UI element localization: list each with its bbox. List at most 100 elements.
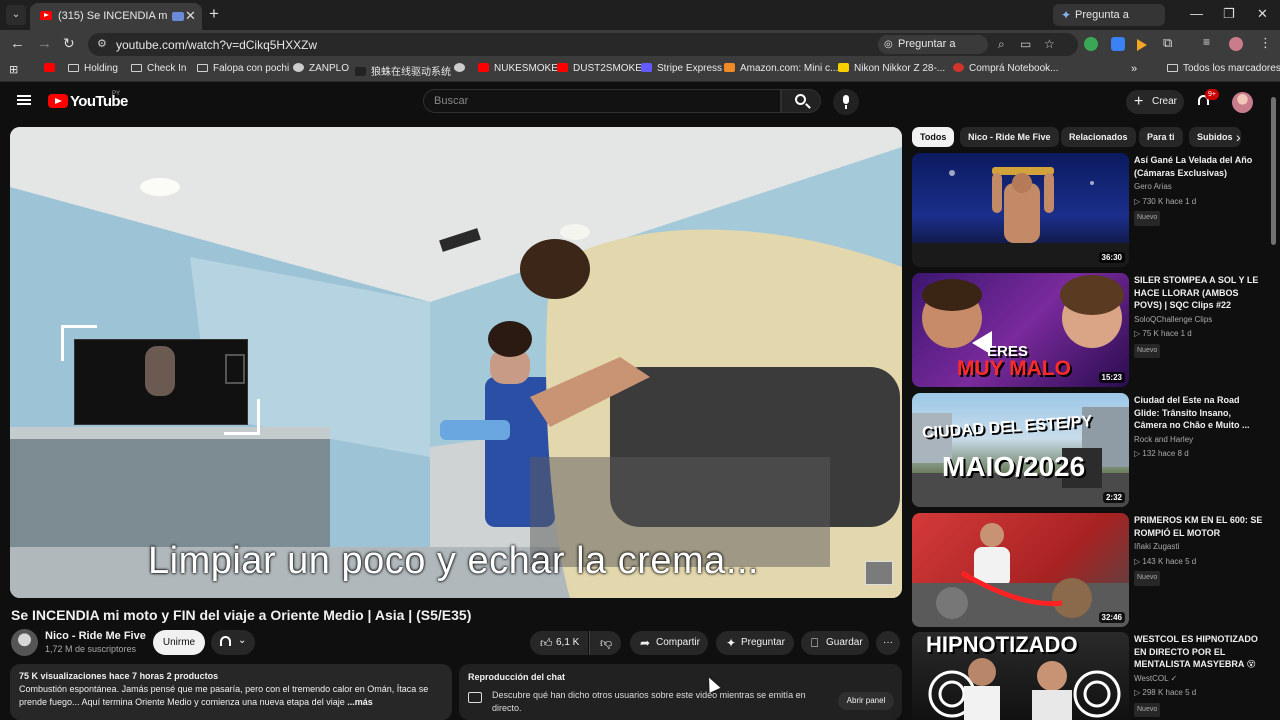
- chip-all[interactable]: Todos: [912, 127, 955, 147]
- open-panel-button[interactable]: Abrir panel: [838, 692, 894, 710]
- bookmark-star-icon[interactable]: ☆: [1044, 37, 1055, 51]
- recommendation-item[interactable]: 36:30 Así Gané La Velada del Año (Cámara…: [912, 153, 1268, 270]
- recommendation-item[interactable]: ERES MUY MALO 15:23 SILER STOMPEA A SOL …: [912, 273, 1268, 390]
- show-more-link[interactable]: ...más: [347, 697, 373, 707]
- search-input[interactable]: [424, 90, 780, 112]
- save-button[interactable]: ⎕ Guardar: [801, 631, 869, 655]
- bookmark-stripe[interactable]: Stripe Express: [641, 63, 722, 74]
- bookmark-globe[interactable]: [454, 63, 470, 74]
- address-bar[interactable]: ⚙ youtube.com/watch?v=dCikq5HXXZw ◎ Preg…: [88, 33, 1078, 69]
- video-thumbnail[interactable]: ERES MUY MALO 15:23: [912, 273, 1129, 387]
- minimize-window-icon[interactable]: —: [1190, 6, 1203, 21]
- close-tab-icon[interactable]: ✕: [185, 8, 196, 24]
- bookmark-falopa[interactable]: Falopa con pochi: [197, 63, 289, 74]
- more-bookmarks-icon[interactable]: »: [1131, 63, 1137, 75]
- extension-play-icon[interactable]: [1137, 39, 1147, 51]
- bookmark-dust2smoke[interactable]: DUST2SMOKE: [557, 63, 642, 74]
- page-scrollbar[interactable]: [1271, 97, 1276, 245]
- forward-arrow-icon[interactable]: →: [37, 35, 52, 52]
- recommendation-channel[interactable]: WestCOL ✓: [1134, 673, 1264, 686]
- menu-hamburger-icon[interactable]: [17, 95, 31, 97]
- youtube-icon: [44, 63, 55, 72]
- recommendation-channel[interactable]: Iñaki Zugasti: [1134, 541, 1264, 554]
- apps-grid-icon[interactable]: ⊞: [9, 63, 18, 76]
- recommendation-item[interactable]: HIPNOTIZADO WESTCOL ES HIPNOTIZADO EN DI…: [912, 632, 1268, 720]
- bookmark-notebook[interactable]: Comprá Notebook...: [953, 63, 1059, 74]
- video-thumbnail[interactable]: 32:46: [912, 513, 1129, 627]
- back-arrow-icon[interactable]: ←: [10, 35, 25, 52]
- account-avatar[interactable]: [1232, 92, 1253, 113]
- like-button[interactable]: 👍︎ 6,1 K: [530, 631, 588, 655]
- bookmark-zanplo[interactable]: ZANPLO: [293, 63, 349, 74]
- channel-avatar[interactable]: [11, 629, 38, 656]
- store-icon: [953, 63, 964, 72]
- recommendation-channel[interactable]: Rock and Harley: [1134, 434, 1264, 447]
- recommendation-title[interactable]: WESTCOL ES HIPNOTIZADO EN DIRECTO POR EL…: [1134, 633, 1264, 671]
- chevron-down-icon: ⌄: [238, 635, 247, 646]
- profile-avatar[interactable]: [1229, 37, 1243, 51]
- zoom-icon[interactable]: ⌕: [998, 37, 1005, 52]
- bookmark-amazon[interactable]: Amazon.com: Mini c...: [724, 63, 838, 74]
- new-badge: Nuevo: [1134, 702, 1161, 717]
- subscription-notifications-button[interactable]: ⌄: [211, 630, 255, 655]
- chip-channel[interactable]: Nico - Ride Me Five: [960, 127, 1059, 147]
- browser-menu-icon[interactable]: ⋮: [1259, 35, 1272, 51]
- recommendation-channel[interactable]: Gero Arias: [1134, 181, 1264, 194]
- media-control-icon[interactable]: ≡: [1203, 35, 1210, 49]
- share-button[interactable]: ➦ Compartir: [630, 631, 708, 655]
- chip-uploads[interactable]: Subidos: [1189, 127, 1241, 147]
- extension-shield-icon[interactable]: [1084, 37, 1098, 51]
- notifications-bell-icon[interactable]: 9+: [1196, 89, 1219, 107]
- description-text: Combustión espontánea. Jamás pensé que m…: [19, 683, 443, 709]
- ask-google-button[interactable]: ◎ Preguntar a Google: [878, 35, 988, 69]
- more-actions-button[interactable]: ···: [876, 631, 900, 655]
- extension-blue-icon[interactable]: [1111, 37, 1125, 51]
- recommendation-item[interactable]: 32:46 PRIMEROS KM EN EL 600: SE ROMPIÓ E…: [912, 513, 1268, 630]
- new-tab-button[interactable]: +: [209, 4, 219, 24]
- ask-gemini-button[interactable]: ✦ Pregunta a Gemini: [1053, 4, 1165, 43]
- site-info-icon[interactable]: ⚙: [97, 37, 107, 50]
- bookmark-driver[interactable]: 狼蛛在线驱动系统: [355, 63, 451, 78]
- maximize-window-icon[interactable]: ❐: [1223, 6, 1235, 22]
- search-button[interactable]: [781, 89, 821, 113]
- chip-for-you[interactable]: Para ti: [1139, 127, 1183, 147]
- join-button[interactable]: Unirme: [153, 630, 205, 655]
- bookmark-nikon[interactable]: Nikon Nikkor Z 28-...: [838, 63, 945, 74]
- bookmark-check-in[interactable]: Check In: [131, 63, 186, 74]
- close-window-icon[interactable]: ✕: [1257, 6, 1268, 22]
- reload-icon[interactable]: ↻: [63, 35, 75, 52]
- channel-watermark[interactable]: [865, 561, 893, 585]
- recommendation-title[interactable]: Ciudad del Este na Road Glide: Trânsito …: [1134, 394, 1264, 432]
- dislike-button[interactable]: 👎︎: [589, 631, 621, 655]
- extensions-puzzle-icon[interactable]: ⧉: [1163, 35, 1172, 51]
- tab-search-button[interactable]: ⌄: [6, 5, 26, 25]
- ask-button[interactable]: ✦ Preguntar: [716, 631, 794, 655]
- video-thumbnail[interactable]: 36:30: [912, 153, 1129, 267]
- create-button[interactable]: + Crear: [1126, 90, 1184, 114]
- video-thumbnail[interactable]: CIUDAD DEL ESTE/PY MAIO/2026 2:32: [912, 393, 1129, 507]
- save-label: Guardar: [826, 637, 863, 648]
- recommendation-item[interactable]: CIUDAD DEL ESTE/PY MAIO/2026 2:32 Ciudad…: [912, 393, 1268, 510]
- voice-search-mic-icon[interactable]: [833, 89, 859, 115]
- video-duration: 2:32: [1102, 492, 1125, 503]
- thumbnail-image: [912, 407, 1129, 507]
- browser-tab[interactable]: (315) Se INCENDIA mi moto ✕: [30, 3, 202, 30]
- recommendation-title[interactable]: PRIMEROS KM EN EL 600: SE ROMPIÓ EL MOTO…: [1134, 514, 1264, 539]
- youtube-logo-icon[interactable]: [48, 94, 68, 108]
- bookmark-youtube[interactable]: [44, 63, 60, 74]
- channel-name[interactable]: Nico - Ride Me Five: [45, 630, 146, 642]
- chip-related[interactable]: Relacionados: [1061, 127, 1136, 147]
- youtube-favicon-icon: [40, 11, 52, 20]
- bookmarks-bar: ⊞ Holding Check In Falopa con pochi ZANP…: [0, 58, 1280, 82]
- recommendation-channel[interactable]: SoloQChallenge Clips: [1134, 314, 1264, 327]
- bookmark-holding[interactable]: Holding: [68, 63, 118, 74]
- video-player[interactable]: [10, 127, 902, 598]
- recommendation-title[interactable]: SILER STOMPEA A SOL Y LE HACE LLORAR (AM…: [1134, 274, 1264, 312]
- bookmark-nukesmoke[interactable]: NUKESMOKE: [478, 63, 558, 74]
- chips-next-chevron-icon[interactable]: ›: [1236, 129, 1241, 145]
- all-bookmarks-button[interactable]: Todos los marcadores: [1167, 63, 1280, 74]
- video-thumbnail[interactable]: HIPNOTIZADO: [912, 632, 1129, 720]
- recommendation-title[interactable]: Así Gané La Velada del Año (Cámaras Excl…: [1134, 154, 1264, 179]
- cast-icon[interactable]: ▭: [1020, 37, 1031, 51]
- description-box[interactable]: 75 K visualizaciones hace 7 horas 2 prod…: [10, 664, 452, 720]
